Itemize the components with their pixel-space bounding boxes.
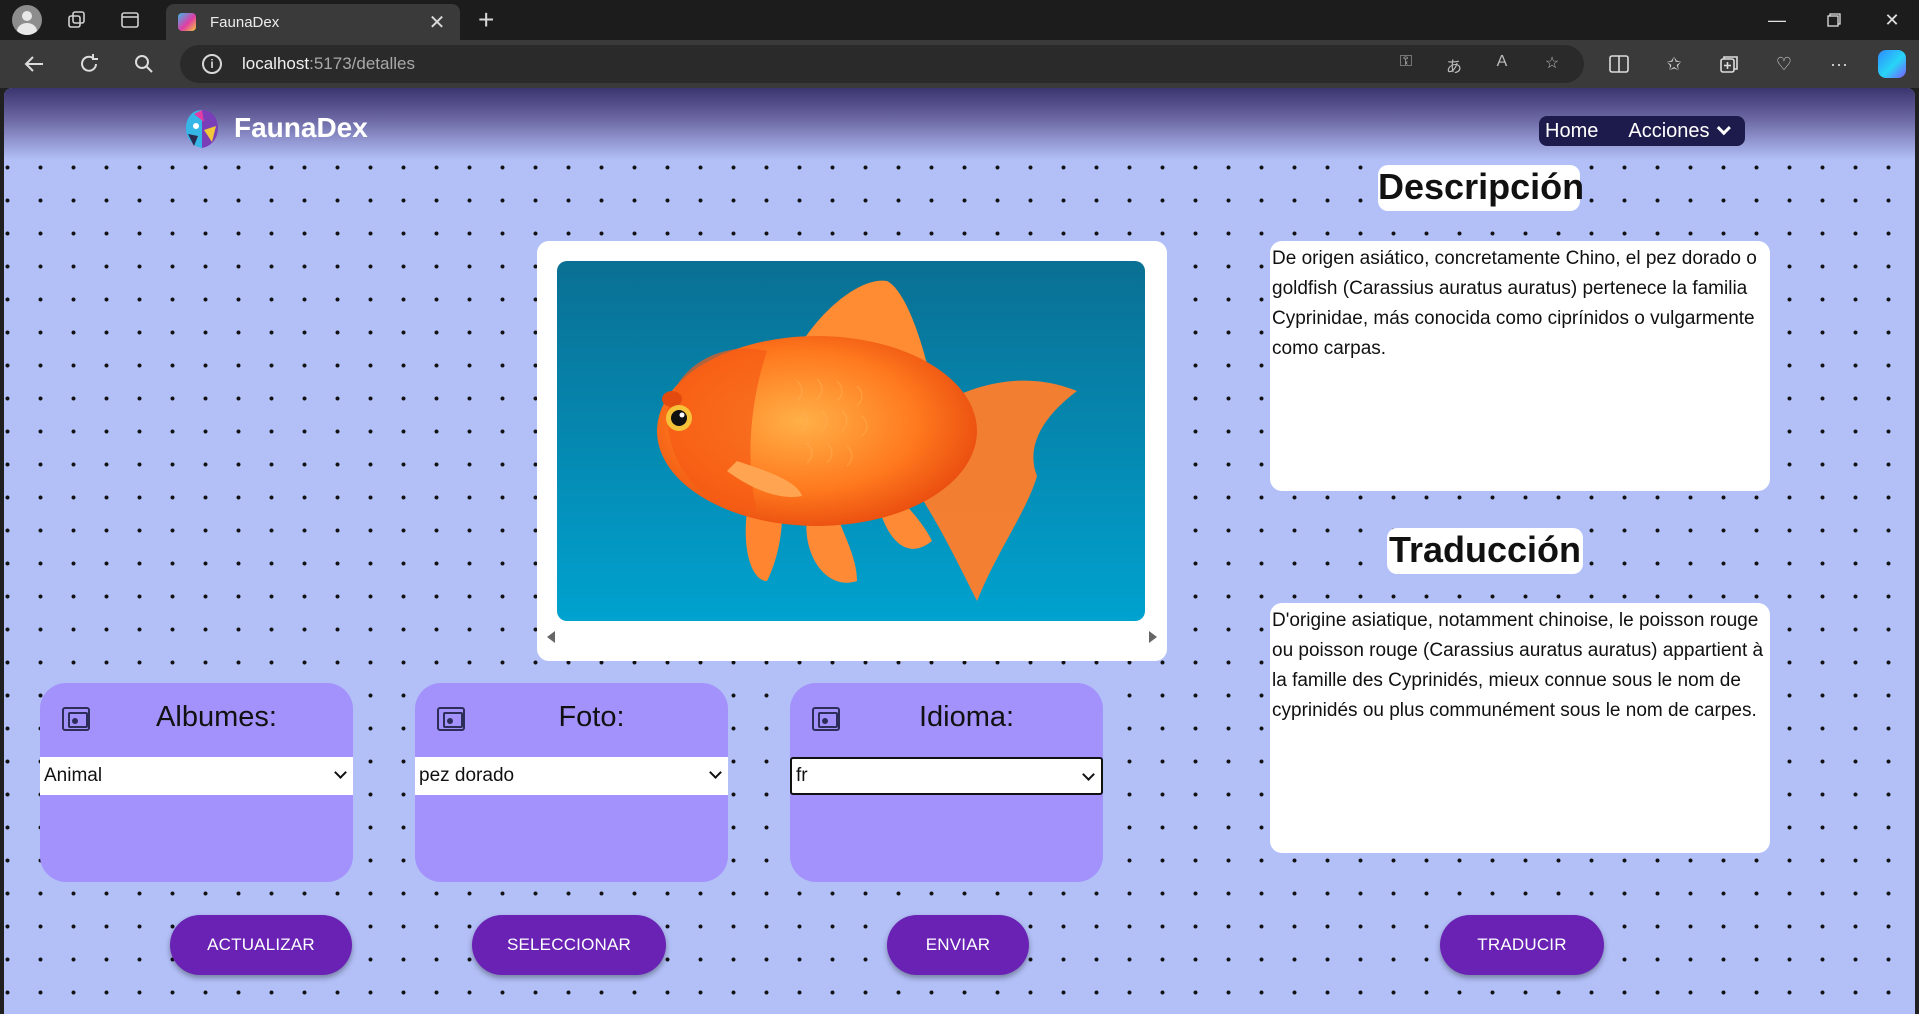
nav-menu: Home Acciones	[1539, 116, 1745, 146]
traducir-button[interactable]: TRADUCIR	[1440, 915, 1604, 975]
chevron-down-icon[interactable]	[1716, 121, 1731, 136]
foto-selected-value: pez dorado	[419, 765, 515, 786]
chevron-down-icon	[1082, 768, 1095, 781]
vertical-tabs-icon[interactable]	[115, 6, 145, 34]
idioma-selected-value: fr	[796, 765, 808, 786]
read-aloud-icon[interactable]: A	[1490, 53, 1514, 75]
page-viewport: FaunaDex Home Acciones Albumes: Animal F…	[4, 88, 1915, 1014]
descripcion-text: De origen asiático, concretamente Chino,…	[1270, 241, 1770, 491]
actualizar-button[interactable]: ACTUALIZAR	[170, 915, 352, 975]
restore-icon[interactable]	[1814, 6, 1854, 34]
seleccionar-button[interactable]: SELECCIONAR	[472, 915, 666, 975]
collections-icon[interactable]	[1714, 50, 1744, 78]
albumes-panel: Albumes: Animal	[40, 683, 353, 882]
descripcion-heading: Descripción	[1378, 165, 1584, 211]
address-bar-row: i localhost:5173/detalles ⚿ あ A ☆ ✩ ♡ ··…	[0, 40, 1919, 88]
albumes-label: Albumes:	[156, 701, 277, 733]
idioma-panel: Idioma: fr	[790, 683, 1103, 882]
new-tab-icon[interactable]: +	[478, 4, 494, 36]
copilot-icon[interactable]	[1878, 50, 1906, 78]
traduccion-text: D'origine asiatique, notamment chinoise,…	[1270, 603, 1770, 853]
scroll-left-arrow-icon[interactable]	[547, 631, 555, 643]
close-window-icon[interactable]: ✕	[1872, 6, 1912, 34]
favorite-star-icon[interactable]: ☆	[1540, 53, 1564, 75]
albumes-selected-value: Animal	[44, 765, 103, 786]
navbar: FaunaDex Home Acciones	[4, 88, 1915, 160]
foto-label: Foto:	[558, 701, 625, 733]
chevron-down-icon	[334, 766, 347, 779]
tab-faunadex[interactable]: FaunaDex ✕	[166, 4, 460, 40]
profile-avatar[interactable]	[12, 5, 42, 35]
traduccion-heading: Traducción	[1387, 528, 1583, 574]
search-icon[interactable]	[128, 50, 160, 78]
nav-home-link[interactable]: Home	[1545, 120, 1598, 143]
foto-panel: Foto: pez dorado	[415, 683, 728, 882]
chevron-down-icon	[709, 766, 722, 779]
workspaces-icon[interactable]	[62, 6, 92, 34]
faunadex-favicon-icon	[178, 13, 196, 31]
animal-photo	[557, 261, 1145, 621]
back-icon[interactable]	[18, 50, 50, 78]
scroll-right-arrow-icon[interactable]	[1149, 631, 1157, 643]
faunadex-logo-icon	[186, 110, 218, 148]
enviar-button[interactable]: ENVIAR	[887, 915, 1029, 975]
url-path: :5173/detalles	[309, 54, 415, 73]
browser-tab-bar: FaunaDex ✕ + — ✕	[0, 0, 1919, 40]
site-info-icon[interactable]: i	[202, 54, 222, 74]
idioma-label: Idioma:	[918, 701, 1015, 733]
minimize-icon[interactable]: —	[1757, 6, 1797, 34]
url-host: localhost	[242, 54, 310, 73]
image-carousel	[537, 241, 1167, 661]
tab-title: FaunaDex	[210, 13, 280, 31]
split-screen-icon[interactable]	[1604, 50, 1634, 78]
url-text: localhost:5173/detalles	[242, 54, 415, 74]
foto-select[interactable]: pez dorado	[415, 757, 728, 795]
albumes-select[interactable]: Animal	[40, 757, 353, 795]
close-tab-icon[interactable]: ✕	[426, 10, 448, 35]
idioma-select[interactable]: fr	[790, 757, 1103, 795]
url-input[interactable]: i localhost:5173/detalles ⚿ あ A ☆	[180, 45, 1584, 83]
favorites-icon[interactable]: ✩	[1659, 50, 1689, 78]
browser-essentials-icon[interactable]: ♡	[1769, 50, 1799, 78]
translate-icon[interactable]: あ	[1442, 53, 1466, 76]
brand-name[interactable]: FaunaDex	[234, 112, 368, 144]
more-menu-icon[interactable]: ···	[1824, 50, 1854, 78]
reload-icon[interactable]	[73, 50, 105, 78]
key-icon[interactable]: ⚿	[1394, 53, 1418, 75]
nav-acciones-dropdown[interactable]: Acciones	[1628, 120, 1709, 143]
goldfish-image	[557, 261, 1145, 621]
